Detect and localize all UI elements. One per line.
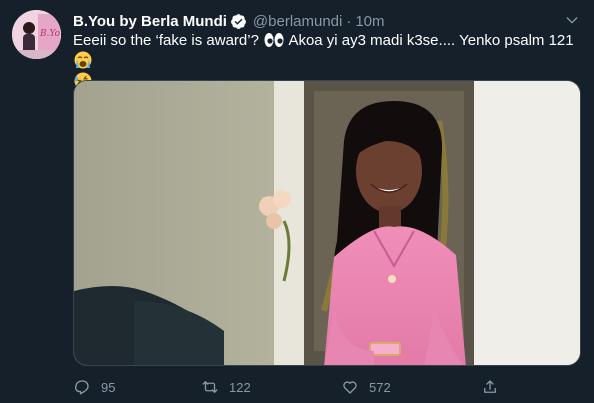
tweet-image[interactable] — [73, 80, 581, 366]
author-name[interactable]: B.You by Berla Mundi — [73, 13, 227, 30]
verified-badge-icon — [230, 13, 246, 29]
retweet-button[interactable]: 122 — [201, 376, 251, 398]
tweet[interactable]: B.You B.You by Berla Mundi @berlamundi ·… — [0, 0, 594, 403]
tweet-actions: 95 122 572 — [73, 376, 503, 398]
retweet-icon — [202, 381, 218, 393]
reply-count: 95 — [101, 379, 116, 395]
retweet-count: 122 — [229, 379, 251, 395]
tweet-timestamp[interactable]: 10m — [355, 13, 384, 30]
heart-icon — [343, 381, 357, 394]
tweet-header: B.You by Berla Mundi @berlamundi · 10m — [73, 11, 385, 31]
share-icon — [484, 380, 496, 393]
like-button[interactable]: 572 — [341, 376, 391, 398]
separator-dot: · — [346, 12, 352, 30]
avatar[interactable]: B.You — [12, 10, 61, 59]
crying-face-emoji-icon — [74, 51, 92, 69]
reply-button[interactable]: 95 — [73, 376, 115, 398]
avatar-image: B.You — [12, 10, 61, 59]
tweet-text-part1: Eeeii so the ‘fake is award’? — [73, 32, 259, 49]
eyes-emoji-icon — [264, 33, 284, 47]
share-button[interactable] — [481, 376, 499, 398]
tweet-text-part2: Akoa yi ay3 madi k3se.... Yenko psalm 12… — [288, 32, 574, 49]
like-count: 572 — [369, 379, 391, 395]
woman-photo — [74, 81, 580, 365]
svg-text:B.You: B.You — [39, 29, 61, 39]
chevron-down-icon[interactable] — [564, 12, 580, 28]
reply-icon — [75, 380, 89, 395]
author-handle[interactable]: @berlamundi — [253, 13, 342, 30]
